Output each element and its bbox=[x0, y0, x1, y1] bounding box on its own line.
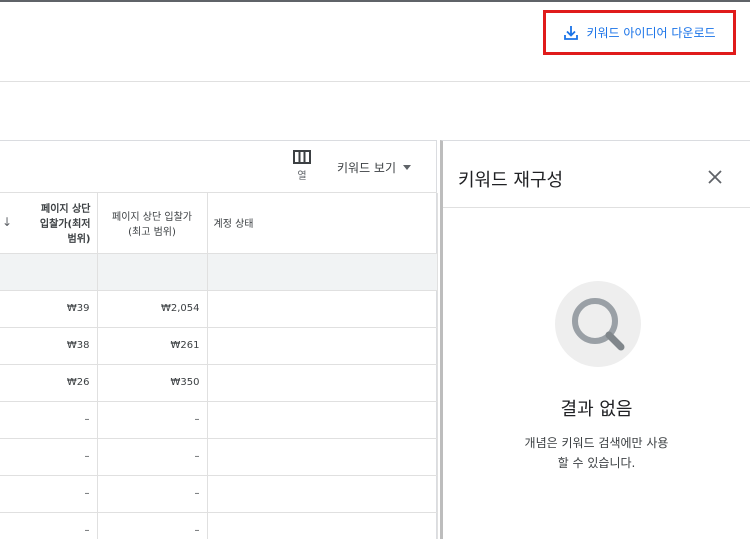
cell-low-bid: ₩39 bbox=[0, 290, 98, 328]
table-toolbar: 열 키워드 보기 bbox=[0, 141, 437, 193]
keyword-table-panel: 열 키워드 보기 ↓ 페이지 상단 입찰가(최저 범위) 페이지 상단 입찰가 … bbox=[0, 140, 438, 539]
empty-desc-line: 개념은 키워드 검색에만 사용 bbox=[524, 436, 669, 450]
cell-low-bid: – bbox=[0, 401, 98, 439]
search-icon bbox=[572, 298, 625, 351]
download-keyword-ideas-button[interactable]: 키워드 아이디어 다운로드 bbox=[543, 10, 736, 55]
cell-high-bid: – bbox=[97, 401, 208, 439]
download-button-label: 키워드 아이디어 다운로드 bbox=[586, 26, 716, 40]
keyword-table: ↓ 페이지 상단 입찰가(최저 범위) 페이지 상단 입찰가 (최고 범위) 계… bbox=[0, 193, 438, 539]
cell-status bbox=[207, 438, 438, 476]
cell-low-bid: – bbox=[0, 438, 98, 476]
app-frame: 키워드 아이디어 다운로드 열 키워드 보기 ↓ 페이지 상단 입찰가(최저 범… bbox=[0, 0, 750, 539]
header-account-status[interactable]: 계정 상태 bbox=[207, 193, 438, 254]
cell-high-bid: ₩350 bbox=[97, 364, 208, 402]
empty-state-description: 개념은 키워드 검색에만 사용 할 수 있습니다. bbox=[443, 433, 750, 473]
table-cell bbox=[207, 253, 438, 291]
cell-status bbox=[207, 401, 438, 439]
cell-low-bid: – bbox=[0, 475, 98, 513]
table-row[interactable]: ₩39 ₩2,054 bbox=[0, 290, 438, 328]
sort-arrow-icon: ↓ bbox=[2, 215, 13, 229]
table-header-row: ↓ 페이지 상단 입찰가(최저 범위) 페이지 상단 입찰가 (최고 범위) 계… bbox=[0, 193, 438, 254]
close-icon[interactable] bbox=[708, 170, 722, 184]
header-line: (최고 범위) bbox=[128, 226, 176, 238]
header-line: 페이지 상단 bbox=[41, 204, 91, 216]
table-summary-row bbox=[0, 253, 438, 291]
table-row[interactable]: ₩26 ₩350 bbox=[0, 364, 438, 402]
table-row[interactable]: ₩38 ₩261 bbox=[0, 327, 438, 365]
empty-state-illustration bbox=[555, 281, 641, 367]
cell-status bbox=[207, 290, 438, 328]
header-line: 페이지 상단 입찰가 bbox=[112, 211, 192, 223]
cell-status bbox=[207, 512, 438, 539]
header-line: 범위) bbox=[67, 234, 91, 246]
header-line: 입찰가(최저 bbox=[39, 219, 91, 231]
table-row[interactable]: – – bbox=[0, 475, 438, 513]
table-row[interactable]: – – bbox=[0, 401, 438, 439]
table-row[interactable]: – – bbox=[0, 438, 438, 476]
table-row[interactable]: – – bbox=[0, 512, 438, 539]
panel-header: 키워드 재구성 bbox=[443, 141, 750, 208]
columns-label: 열 bbox=[297, 171, 307, 182]
cell-status bbox=[207, 475, 438, 513]
cell-low-bid: ₩38 bbox=[0, 327, 98, 365]
empty-desc-line: 할 수 있습니다. bbox=[557, 456, 636, 470]
cell-low-bid: ₩26 bbox=[0, 364, 98, 402]
cell-high-bid: – bbox=[97, 512, 208, 539]
keyword-view-dropdown[interactable]: 키워드 보기 bbox=[337, 159, 412, 176]
panel-title: 키워드 재구성 bbox=[458, 170, 564, 191]
cell-high-bid: – bbox=[97, 438, 208, 476]
table-cell bbox=[0, 253, 98, 291]
cell-high-bid: ₩2,054 bbox=[97, 290, 208, 328]
cell-status bbox=[207, 327, 438, 365]
columns-icon bbox=[293, 150, 311, 164]
cell-high-bid: ₩261 bbox=[97, 327, 208, 365]
header-top-bid-low[interactable]: ↓ 페이지 상단 입찰가(최저 범위) bbox=[0, 193, 98, 254]
keyword-view-label: 키워드 보기 bbox=[337, 161, 397, 175]
empty-state-title: 결과 없음 bbox=[560, 399, 633, 420]
header-line: 계정 상태 bbox=[213, 219, 254, 231]
chevron-down-icon bbox=[403, 165, 412, 170]
download-icon bbox=[564, 25, 579, 40]
cell-status bbox=[207, 364, 438, 402]
table-cell bbox=[97, 253, 208, 291]
cell-low-bid: – bbox=[0, 512, 98, 539]
filter-band bbox=[0, 82, 750, 140]
header-top-bid-high[interactable]: 페이지 상단 입찰가 (최고 범위) bbox=[97, 193, 208, 254]
columns-button[interactable]: 열 bbox=[286, 150, 318, 182]
top-bar: 키워드 아이디어 다운로드 bbox=[0, 2, 750, 82]
cell-high-bid: – bbox=[97, 475, 208, 513]
keyword-refine-panel: 키워드 재구성 결과 없음 개념은 키워드 검색에만 사용 할 수 있습니다. bbox=[440, 140, 750, 539]
